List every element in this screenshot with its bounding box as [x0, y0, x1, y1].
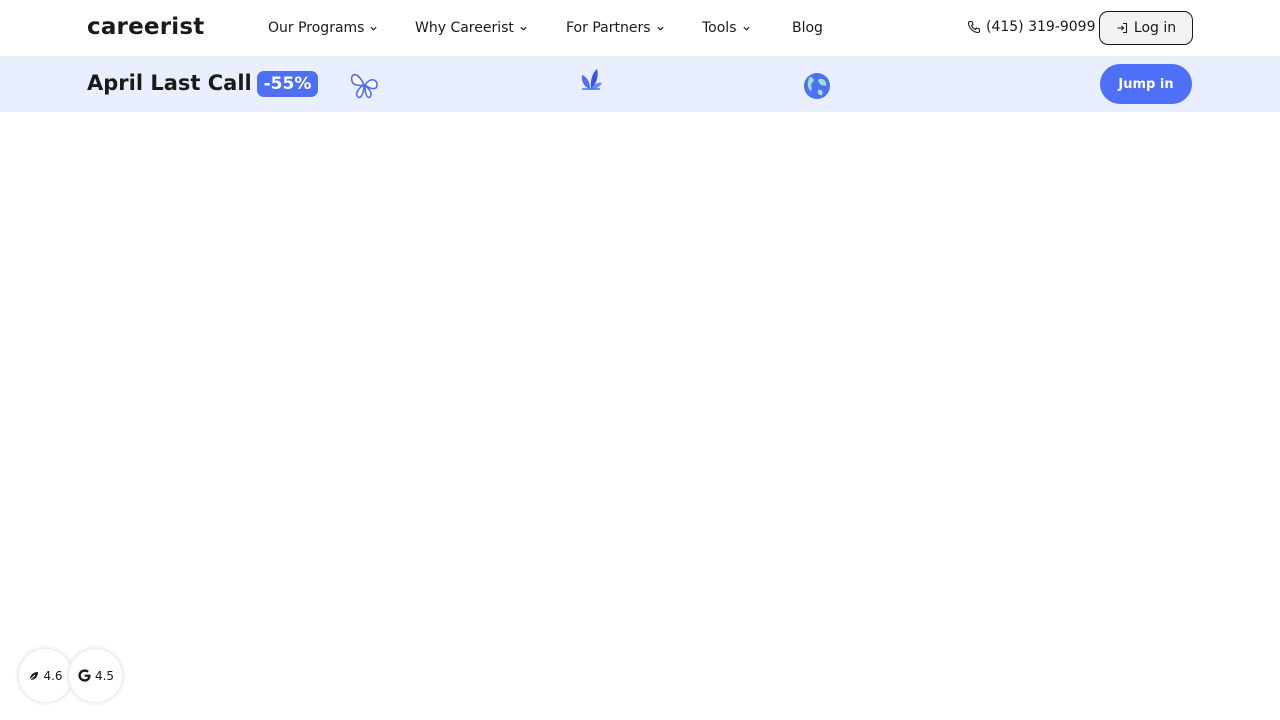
rating-badge-leaf[interactable]: 4.6 — [18, 648, 73, 703]
phone-number: (415) 319-9099 — [986, 19, 1096, 35]
rating-value: 4.6 — [43, 668, 63, 683]
nav-label: Blog — [792, 20, 823, 36]
chevron-down-icon — [656, 26, 664, 31]
promo-banner: April Last Call -55% — [0, 57, 1280, 112]
login-icon — [1117, 22, 1127, 34]
nav-our-programs[interactable]: Our Programs — [268, 19, 378, 37]
jump-in-button[interactable]: Jump in — [1100, 64, 1192, 104]
nav-tools[interactable]: Tools — [702, 19, 751, 37]
site-header: careerist Our Programs Why Careerist For… — [0, 0, 1280, 57]
globe-icon — [804, 73, 830, 99]
google-icon — [78, 669, 91, 682]
promo-title: April Last Call — [87, 71, 252, 95]
chevron-down-icon — [742, 26, 750, 31]
phone-icon — [967, 20, 981, 34]
rating-value: 4.5 — [94, 668, 115, 683]
nav-blog[interactable]: Blog — [792, 19, 823, 37]
chevron-down-icon — [520, 26, 527, 31]
login-label: Log in — [1133, 20, 1177, 36]
nav-label: Tools — [702, 20, 737, 36]
nav-label: For Partners — [566, 20, 651, 36]
chevron-down-icon — [370, 26, 378, 31]
leaves-icon — [581, 69, 602, 90]
nav-for-partners[interactable]: For Partners — [566, 19, 665, 37]
rating-badge-google[interactable]: 4.5 — [68, 648, 123, 703]
phone-link[interactable]: (415) 319-9099 — [966, 19, 1096, 35]
nav-why-careerist[interactable]: Why Careerist — [415, 19, 528, 37]
butterfly-icon — [350, 73, 378, 99]
nav-label: Why Careerist — [415, 20, 514, 36]
careerist-logo[interactable]: careerist — [87, 14, 204, 40]
discount-badge: -55% — [257, 71, 318, 97]
nav-label: Our Programs — [268, 20, 365, 36]
leaf-icon — [30, 671, 39, 680]
login-button[interactable]: Log in — [1099, 11, 1193, 45]
